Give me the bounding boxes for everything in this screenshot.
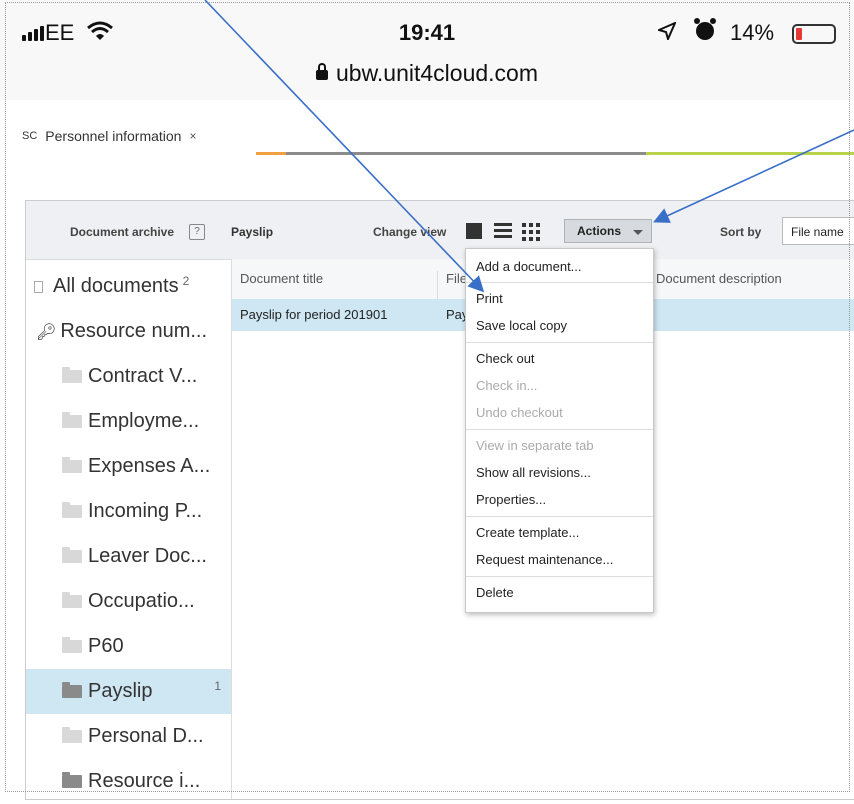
screenshot-border [5, 2, 850, 792]
